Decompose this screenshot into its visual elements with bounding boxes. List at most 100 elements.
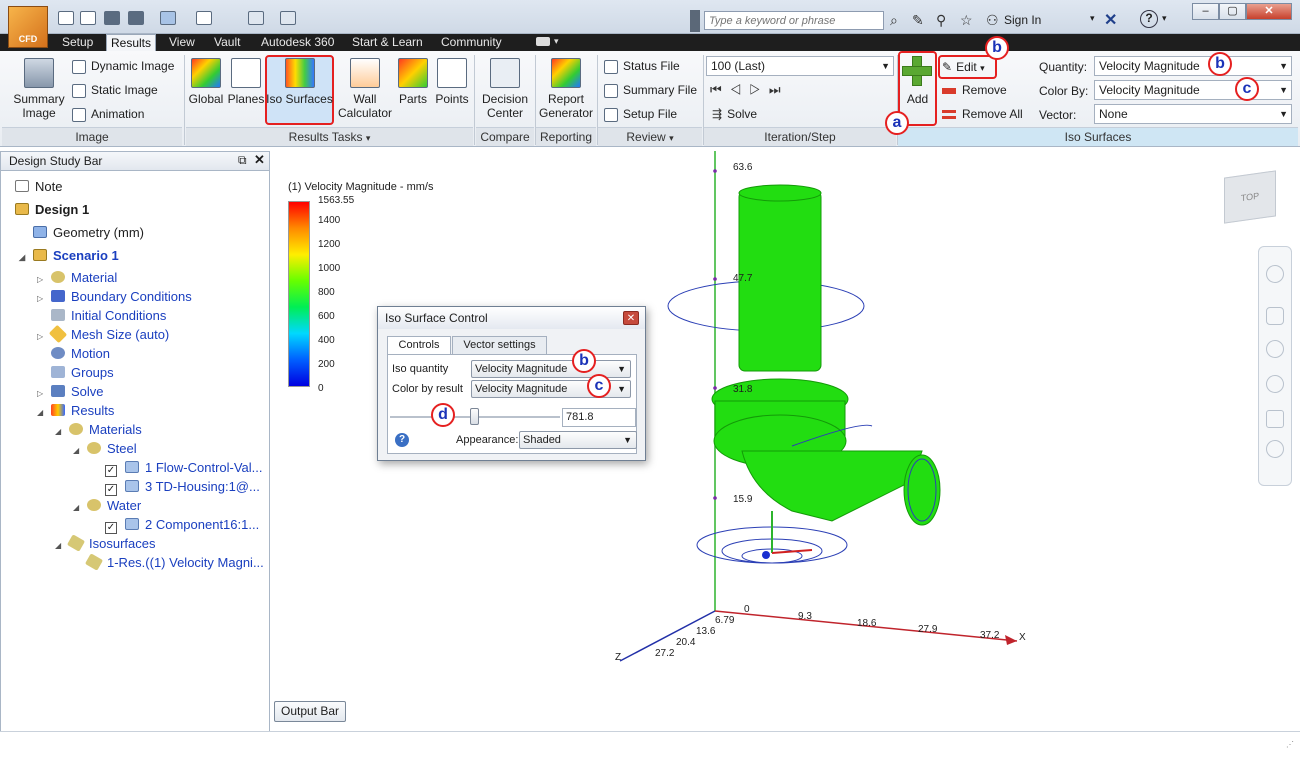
tree-node-materials[interactable]: ◢ Materials <box>55 420 142 439</box>
iso-value-slider-thumb[interactable] <box>470 408 479 425</box>
dialog-close-button[interactable]: ✕ <box>623 311 639 325</box>
iso-value-input[interactable]: 781.8 <box>562 408 636 427</box>
wall-calculator-button[interactable]: Wall Calculator <box>336 58 394 120</box>
tree-node-part-1[interactable]: ✓ 1 Flow-Control-Val... <box>105 458 263 477</box>
part-checkbox[interactable]: ✓ <box>105 522 117 534</box>
fit-view-icon[interactable] <box>1266 440 1284 458</box>
tree-node-initial-conditions[interactable]: Initial Conditions <box>51 306 166 325</box>
summary-image-button[interactable]: Summary Image <box>12 58 66 120</box>
close-window-button[interactable]: ✕ <box>1246 3 1292 20</box>
look-at-icon[interactable] <box>1266 410 1284 428</box>
collapse-icon[interactable]: ◢ <box>37 403 47 422</box>
help-icon[interactable]: ? <box>395 433 409 447</box>
part-checkbox[interactable]: ✓ <box>105 484 117 496</box>
collapse-icon[interactable]: ◢ <box>55 422 65 441</box>
remove-button[interactable]: Remove <box>942 81 1007 99</box>
expand-icon[interactable]: ▷ <box>37 327 47 346</box>
iteration-step-select[interactable]: 100 (Last) ▼ <box>706 56 894 76</box>
iso-surfaces-content[interactable]: Iso Surfaces <box>266 58 333 106</box>
edit-content[interactable]: ✎ Edit ▾ <box>942 58 985 76</box>
remove-all-button[interactable]: Remove All <box>942 105 1023 123</box>
tab-start-learn[interactable]: Start & Learn <box>348 34 427 51</box>
tree-node-isosurfaces[interactable]: ◢ Isosurfaces <box>55 534 155 553</box>
parts-button[interactable]: Parts <box>396 58 430 106</box>
tree-node-boundary-conditions[interactable]: ▷ Boundary Conditions <box>37 287 192 306</box>
layout-icon[interactable] <box>280 11 296 25</box>
tab-community[interactable]: Community <box>437 34 506 51</box>
select-icon[interactable] <box>160 11 176 25</box>
exchange-icon[interactable]: ✕ <box>1104 10 1117 30</box>
step-navigation-icons[interactable]: ⏮◁▷⏭ <box>710 82 789 98</box>
save-icon[interactable] <box>104 11 120 25</box>
zoom-icon[interactable] <box>1266 340 1284 358</box>
output-bar-button[interactable]: Output Bar <box>274 701 346 722</box>
resize-grip-icon[interactable]: ⋰ <box>1286 740 1294 749</box>
new-icon[interactable] <box>58 11 74 25</box>
review-group[interactable]: Review ▾ <box>598 127 702 146</box>
collapse-icon[interactable]: ◢ <box>73 441 83 460</box>
setup-file-button[interactable]: Setup File <box>604 105 677 123</box>
tab-autodesk-360[interactable]: Autodesk 360 <box>257 34 338 51</box>
decision-center-button[interactable]: Decision Center <box>478 58 532 120</box>
pan-icon[interactable] <box>1266 307 1284 325</box>
tree-node-part-2[interactable]: ✓ 2 Component16:1... <box>105 515 259 534</box>
maximize-button[interactable]: ▢ <box>1219 3 1246 20</box>
tab-view[interactable]: View <box>165 34 199 51</box>
tab-results[interactable]: Results <box>106 34 156 51</box>
points-button[interactable]: Points <box>432 58 472 106</box>
results-tasks-group[interactable]: Results Tasks ▾ <box>186 127 473 146</box>
star-icon[interactable]: ☆ <box>960 12 973 29</box>
tree-node-motion[interactable]: Motion <box>51 344 110 363</box>
tree-node-solve[interactable]: ▷ Solve <box>37 382 104 401</box>
close-panel-icon[interactable]: ✕ <box>254 152 265 168</box>
tree-node-results[interactable]: ◢ Results <box>37 401 114 420</box>
report-generator-button[interactable]: Report Generator <box>537 58 595 120</box>
planes-button[interactable]: Planes <box>227 58 265 106</box>
animation-button[interactable]: Animation <box>72 105 144 123</box>
help-dropdown-icon[interactable]: ▾ <box>1162 13 1167 24</box>
global-button[interactable]: Global <box>188 58 224 106</box>
appearance-select[interactable]: Shaded ▼ <box>519 431 637 449</box>
vector-select[interactable]: None ▼ <box>1094 104 1292 124</box>
binoculars-icon[interactable]: ⌕ <box>890 12 898 29</box>
view-cube[interactable]: TOP <box>1224 170 1276 224</box>
ribbon-options-icon[interactable]: ▾ <box>554 36 559 47</box>
view-icon[interactable] <box>196 11 212 25</box>
tree-node-scenario[interactable]: ◢ Scenario 1 <box>19 246 119 265</box>
tab-controls[interactable]: Controls <box>387 336 451 355</box>
cfd-logo[interactable]: CFD <box>8 6 48 48</box>
quantity-select[interactable]: Velocity Magnitude ▼ <box>1094 56 1292 76</box>
collapse-icon[interactable]: ◢ <box>19 248 29 267</box>
window-icon[interactable] <box>248 11 264 25</box>
tree-node-note[interactable]: Note <box>15 177 62 196</box>
dynamic-image-button[interactable]: Dynamic Image <box>72 57 174 75</box>
tree-node-geometry[interactable]: Geometry (mm) <box>33 223 144 242</box>
tab-vector-settings[interactable]: Vector settings <box>452 336 547 355</box>
tree-node-part-3[interactable]: ✓ 3 TD-Housing:1@... <box>105 477 260 496</box>
tree-node-groups[interactable]: Groups <box>51 363 114 382</box>
ribbon-minimize-icon[interactable] <box>536 37 550 46</box>
expand-icon[interactable]: ▷ <box>37 289 47 308</box>
iso-quantity-select[interactable]: Velocity Magnitude ▼ <box>471 360 631 378</box>
steering-wheel-icon[interactable] <box>1266 265 1284 283</box>
satellite-icon[interactable]: ⚲ <box>936 12 946 29</box>
search-input[interactable] <box>704 11 884 30</box>
tree-node-material[interactable]: ▷ Material <box>37 268 117 287</box>
tree-node-design[interactable]: Design 1 <box>15 200 89 219</box>
sign-in-dropdown-icon[interactable]: ▾ <box>1090 13 1095 24</box>
minimize-button[interactable]: – <box>1192 3 1219 20</box>
part-checkbox[interactable]: ✓ <box>105 465 117 477</box>
tree-node-steel[interactable]: ◢ Steel <box>73 439 137 458</box>
open-icon[interactable] <box>80 11 96 25</box>
tree-node-isosurface-result[interactable]: 1-Res.((1) Velocity Magni... <box>84 553 264 572</box>
tab-setup[interactable]: Setup <box>58 34 97 51</box>
float-panel-icon[interactable]: ⧉ <box>238 153 247 168</box>
tree-node-water[interactable]: ◢ Water <box>73 496 141 515</box>
tree-node-mesh-size[interactable]: ▷ Mesh Size (auto) <box>37 324 169 346</box>
orbit-icon[interactable] <box>1266 375 1284 393</box>
status-file-button[interactable]: Status File <box>604 57 680 75</box>
summary-file-button[interactable]: Summary File <box>604 81 697 99</box>
collapse-icon[interactable]: ◢ <box>73 498 83 517</box>
collapse-icon[interactable]: ◢ <box>55 536 65 555</box>
save-as-icon[interactable] <box>128 11 144 25</box>
